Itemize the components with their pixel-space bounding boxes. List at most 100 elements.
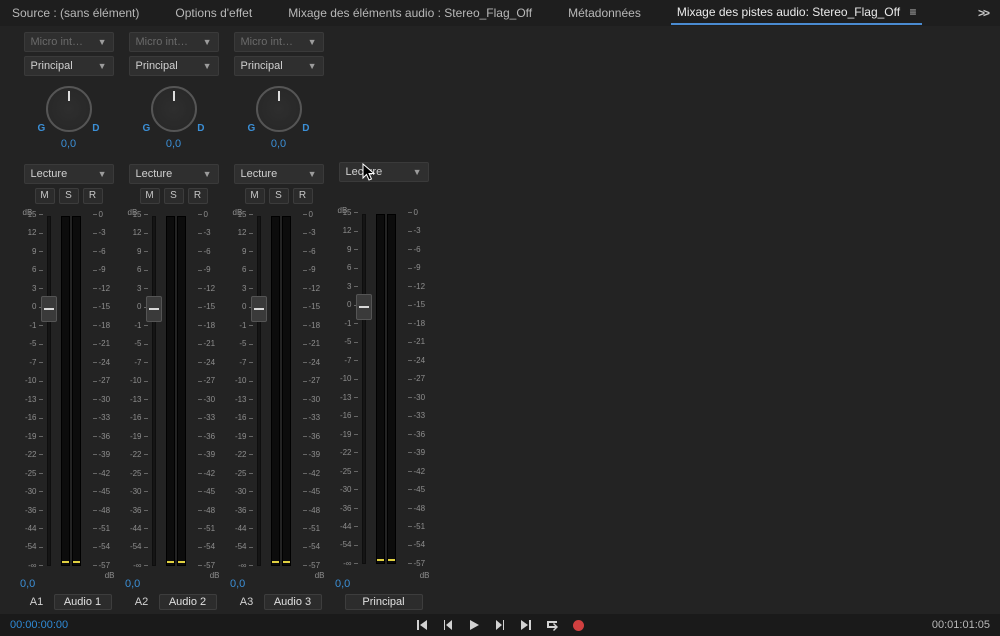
fader-track[interactable] (152, 216, 156, 566)
mixer-strip-master: Lecture ▼ dB 15129630-1-5-7-10-13-16-19-22… (331, 28, 436, 614)
tab-audio-track-mixer[interactable]: Mixage des pistes audio: Stereo_Flag_Off… (671, 1, 923, 25)
timecode-current[interactable]: 00:00:00:00 (10, 619, 68, 631)
fader-scale-left: 15129630-1-5-7-10-13-16-19-22-25-30-36-4… (233, 210, 253, 570)
pan-right-label: D (197, 123, 204, 134)
pan-value[interactable]: 0,0 (61, 138, 76, 150)
go-to-in-icon[interactable] (415, 618, 429, 632)
loop-icon[interactable] (545, 618, 559, 632)
fader-value[interactable]: 0,0 (335, 578, 350, 590)
output-select-label: Principal (136, 60, 178, 72)
fader-value[interactable]: 0,0 (20, 578, 35, 590)
panel-tab-bar: Source : (sans élément) Options d'effet … (0, 0, 1000, 26)
chevron-down-icon: ▼ (308, 37, 317, 47)
fader-scale-left: 15129630-1-5-7-10-13-16-19-22-25-30-36-4… (338, 208, 358, 568)
fader-handle[interactable] (41, 296, 57, 322)
track-name-field[interactable]: Principal (345, 594, 423, 610)
track-id: A1 (26, 596, 48, 608)
track-name-field[interactable]: Audio 2 (159, 594, 217, 610)
track-name-field[interactable]: Audio 3 (264, 594, 322, 610)
automation-mode-select[interactable]: Lecture ▼ (339, 162, 429, 182)
output-select-label: Principal (31, 60, 73, 72)
db-label-bottom: dB (315, 571, 325, 580)
fader-section: dB 15129630-1-5-7-10-13-16-19-22-25-30-36… (233, 210, 325, 578)
chevron-down-icon: ▼ (203, 61, 212, 71)
meter-scale-right: 0-3-6-9-12-15-18-21-24-27-30-33-36-39-42… (198, 210, 220, 570)
fader-scale-left: 15129630-1-5-7-10-13-16-19-22-25-30-36-4… (23, 210, 43, 570)
solo-button[interactable]: S (59, 188, 79, 204)
solo-button[interactable]: S (269, 188, 289, 204)
track-name-field[interactable]: Audio 1 (54, 594, 112, 610)
fader-handle[interactable] (356, 294, 372, 320)
record-arm-button[interactable]: R (293, 188, 313, 204)
pan-value[interactable]: 0,0 (166, 138, 181, 150)
fader-handle[interactable] (146, 296, 162, 322)
fader-section: dB15129630-1-5-7-10-13-16-19-22-25-30-36… (23, 210, 115, 578)
tab-source[interactable]: Source : (sans élément) (6, 2, 145, 24)
pan-left-label: G (38, 123, 46, 134)
automation-mode-select[interactable]: Lecture ▼ (234, 164, 324, 184)
tab-audio-track-mixer-label: Mixage des pistes audio: Stereo_Flag_Off (677, 5, 900, 19)
input-select[interactable]: Micro int… ▼ (129, 32, 219, 52)
output-select-label: Principal (241, 60, 283, 72)
input-select[interactable]: Micro int… ▼ (24, 32, 114, 52)
record-icon[interactable] (571, 618, 585, 632)
fader-handle[interactable] (251, 296, 267, 322)
fader-track[interactable] (47, 216, 51, 566)
chevron-down-icon: ▼ (98, 169, 107, 179)
timecode-duration: 00:01:01:05 (932, 619, 990, 631)
pan-right-label: D (92, 123, 99, 134)
record-arm-button[interactable]: R (188, 188, 208, 204)
mute-button[interactable]: M (245, 188, 265, 204)
pan-knob[interactable]: G D (252, 82, 306, 136)
tab-metadata[interactable]: Métadonnées (562, 2, 647, 24)
db-label-bottom: dB (210, 571, 220, 580)
chevron-down-icon: ▼ (308, 169, 317, 179)
level-meter (271, 216, 291, 566)
step-forward-icon[interactable] (493, 618, 507, 632)
go-to-out-icon[interactable] (519, 618, 533, 632)
pan-right-label: D (302, 123, 309, 134)
mute-button[interactable]: M (140, 188, 160, 204)
tab-audio-clip-mixer[interactable]: Mixage des éléments audio : Stereo_Flag_… (282, 2, 538, 24)
fader-track[interactable] (362, 214, 366, 564)
output-select[interactable]: Principal ▼ (129, 56, 219, 76)
automation-mode-select[interactable]: Lecture ▼ (129, 164, 219, 184)
track-label-row: Principal (331, 594, 436, 610)
fader-track[interactable] (257, 216, 261, 566)
mixer-strip-a1: Micro int… ▼ Principal ▼ G D 0,0 Lecture… (16, 28, 121, 614)
mixer-strip-a2: Micro int… ▼ Principal ▼ G D 0,0 Lecture… (121, 28, 226, 614)
chevron-down-icon: ▼ (98, 37, 107, 47)
db-label-bottom: dB (420, 571, 430, 580)
panel-menu-icon[interactable]: ≡ (909, 5, 916, 19)
transport-controls (415, 618, 585, 632)
fader-value[interactable]: 0,0 (125, 578, 140, 590)
meter-scale-right: 0-3-6-9-12-15-18-21-24-27-30-33-36-39-42… (408, 208, 430, 568)
fader-value[interactable]: 0,0 (230, 578, 245, 590)
tab-overflow-button[interactable]: >> (978, 6, 994, 20)
automation-mode-label: Lecture (241, 168, 278, 180)
pan-knob[interactable]: G D (147, 82, 201, 136)
transport-footer: 00:00:00:00 00:01:01:05 (0, 614, 1000, 636)
automation-mode-select[interactable]: Lecture ▼ (24, 164, 114, 184)
input-select-label: Micro int… (241, 36, 294, 48)
input-select[interactable]: Micro int… ▼ (234, 32, 324, 52)
solo-button[interactable]: S (164, 188, 184, 204)
level-meter (376, 214, 396, 564)
meter-scale-right: 0-3-6-9-12-15-18-21-24-27-30-33-36-39-42… (303, 210, 325, 570)
input-select-label: Micro int… (31, 36, 84, 48)
level-meter (166, 216, 186, 566)
pan-value[interactable]: 0,0 (271, 138, 286, 150)
mute-button[interactable]: M (35, 188, 55, 204)
tab-effect-options[interactable]: Options d'effet (169, 2, 258, 24)
automation-mode-label: Lecture (136, 168, 173, 180)
record-arm-button[interactable]: R (83, 188, 103, 204)
step-back-icon[interactable] (441, 618, 455, 632)
output-select[interactable]: Principal ▼ (234, 56, 324, 76)
chevron-down-icon: ▼ (413, 167, 422, 177)
audio-track-mixer: Micro int… ▼ Principal ▼ G D 0,0 Lecture… (0, 26, 1000, 614)
fader-section: dB 15129630-1-5-7-10-13-16-19-22-25-30-36… (338, 208, 430, 578)
pan-knob[interactable]: G D (42, 82, 96, 136)
pan-left-label: G (248, 123, 256, 134)
output-select[interactable]: Principal ▼ (24, 56, 114, 76)
play-icon[interactable] (467, 618, 481, 632)
